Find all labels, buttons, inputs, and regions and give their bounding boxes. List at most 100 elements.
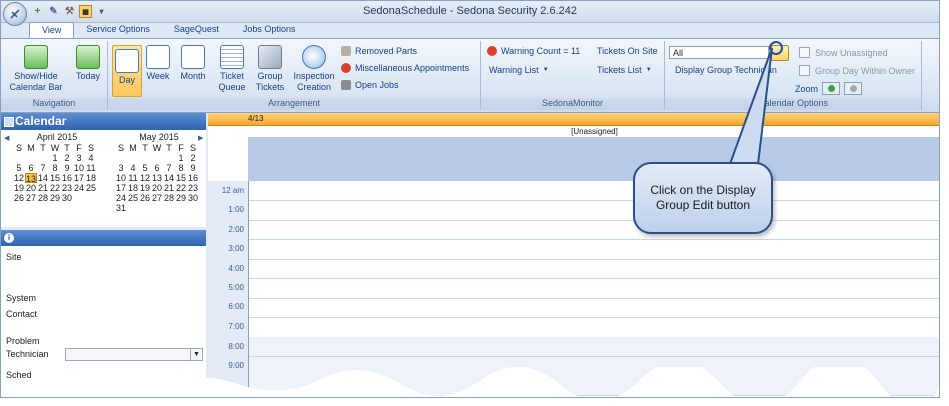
day-cell[interactable]: 16 xyxy=(187,173,199,183)
day-cell[interactable] xyxy=(127,203,139,213)
day-cell[interactable]: 7 xyxy=(163,163,175,173)
week-view-button[interactable]: Week xyxy=(144,45,172,82)
selected-day-cell[interactable]: 13 xyxy=(25,173,37,184)
day-cell[interactable]: 17 xyxy=(115,183,127,193)
day-cell[interactable]: 2 xyxy=(61,153,73,163)
day-cell[interactable]: 21 xyxy=(163,183,175,193)
day-cell[interactable]: 10 xyxy=(73,163,85,173)
day-cell[interactable]: 11 xyxy=(85,163,97,173)
time-slot[interactable] xyxy=(249,318,939,338)
day-cell[interactable]: 28 xyxy=(37,193,49,203)
day-cell[interactable]: 3 xyxy=(73,153,85,163)
tab-service-options[interactable]: Service Options xyxy=(74,22,162,38)
day-cell[interactable]: 9 xyxy=(61,163,73,173)
day-cell[interactable]: 20 xyxy=(151,183,163,193)
day-cell[interactable]: 9 xyxy=(187,163,199,173)
day-cell[interactable]: 19 xyxy=(139,183,151,193)
technician-dropdown[interactable]: ▼ xyxy=(65,348,203,361)
day-cell[interactable]: 26 xyxy=(139,193,151,203)
day-cell[interactable] xyxy=(85,193,97,203)
time-slot[interactable] xyxy=(249,181,939,201)
time-slot[interactable] xyxy=(249,279,939,299)
day-cell[interactable]: 3 xyxy=(115,163,127,173)
show-hide-calendar-bar-button[interactable]: Show/Hide Calendar Bar xyxy=(7,45,65,93)
removed-parts-button[interactable]: Removed Parts xyxy=(341,46,417,56)
day-cell[interactable] xyxy=(139,153,151,163)
day-cell[interactable]: 5 xyxy=(139,163,151,173)
day-cell[interactable]: 6 xyxy=(151,163,163,173)
day-cell[interactable]: 26 xyxy=(13,193,25,203)
day-cell[interactable] xyxy=(127,153,139,163)
day-cell[interactable] xyxy=(139,203,151,213)
day-cell[interactable]: 14 xyxy=(163,173,175,183)
month-view-button[interactable]: Month xyxy=(177,45,209,82)
group-tickets-button[interactable]: Group Tickets xyxy=(253,45,287,93)
open-jobs-button[interactable]: Open Jobs xyxy=(341,80,399,90)
day-cell[interactable]: 25 xyxy=(127,193,139,203)
day-cell[interactable]: 20 xyxy=(25,183,37,193)
day-cell[interactable]: 5 xyxy=(13,163,25,173)
warning-list-button[interactable]: Warning List ▼ xyxy=(489,65,549,75)
day-cell[interactable] xyxy=(73,193,85,203)
day-cell[interactable]: 2 xyxy=(187,153,199,163)
day-cell[interactable]: 10 xyxy=(115,173,127,183)
time-slot[interactable] xyxy=(249,240,939,260)
application-menu-button[interactable] xyxy=(3,2,27,26)
day-cell[interactable] xyxy=(175,203,187,213)
day-cell[interactable]: 1 xyxy=(49,153,61,163)
day-cell[interactable] xyxy=(187,203,199,213)
day-cell[interactable]: 7 xyxy=(37,163,49,173)
time-slot[interactable] xyxy=(249,201,939,221)
group-day-within-owner-checkbox[interactable]: Group Day Within Owner xyxy=(799,65,915,76)
tab-sagequest[interactable]: SageQuest xyxy=(162,22,231,38)
day-cell[interactable]: 4 xyxy=(85,153,97,163)
day-cell[interactable] xyxy=(151,203,163,213)
day-cell[interactable]: 24 xyxy=(115,193,127,203)
day-cell[interactable]: 27 xyxy=(25,193,37,203)
day-cell[interactable]: 29 xyxy=(49,193,61,203)
misc-appointments-button[interactable]: Miscellaneous Appointments xyxy=(341,63,469,73)
day-cell[interactable]: 22 xyxy=(49,183,61,193)
day-cell[interactable]: 30 xyxy=(61,193,73,203)
day-cell[interactable]: 19 xyxy=(13,183,25,193)
tab-view[interactable]: View xyxy=(29,22,75,39)
day-cell[interactable]: 12 xyxy=(13,173,25,183)
tickets-on-site-button[interactable]: Tickets On Site xyxy=(597,46,658,56)
day-cell[interactable]: 15 xyxy=(49,173,61,183)
day-cell[interactable]: 12 xyxy=(139,173,151,183)
day-cell[interactable]: 8 xyxy=(49,163,61,173)
time-slot[interactable] xyxy=(249,298,939,318)
day-cell[interactable]: 25 xyxy=(85,183,97,193)
day-cell[interactable]: 13 xyxy=(151,173,163,183)
day-cell[interactable]: 23 xyxy=(187,183,199,193)
previous-month-arrow-icon[interactable]: ◀ xyxy=(4,134,9,142)
ticket-queue-button[interactable]: Ticket Queue xyxy=(216,45,248,93)
day-cell[interactable]: 18 xyxy=(85,173,97,183)
time-slot[interactable] xyxy=(249,259,939,279)
day-cell[interactable]: 30 xyxy=(187,193,199,203)
day-cell[interactable]: 1 xyxy=(175,153,187,163)
show-unassigned-checkbox[interactable]: Show Unassigned xyxy=(799,47,888,58)
day-cell[interactable]: 31 xyxy=(115,203,127,213)
zoom-in-button[interactable] xyxy=(822,82,841,95)
day-cell[interactable] xyxy=(13,153,25,163)
day-cell[interactable]: 18 xyxy=(127,183,139,193)
inspection-creation-button[interactable]: Inspection Creation xyxy=(292,45,336,93)
tickets-list-button[interactable]: Tickets List ▼ xyxy=(597,65,652,75)
day-cell[interactable]: 22 xyxy=(175,183,187,193)
day-cell[interactable]: 17 xyxy=(73,173,85,183)
time-slot[interactable] xyxy=(249,337,939,357)
day-cell[interactable]: 6 xyxy=(25,163,37,173)
day-cell[interactable]: 15 xyxy=(175,173,187,183)
day-cell[interactable] xyxy=(25,153,37,163)
zoom-out-button[interactable] xyxy=(844,82,863,95)
day-cell[interactable] xyxy=(163,203,175,213)
day-cell[interactable] xyxy=(115,153,127,163)
warning-count-button[interactable]: Warning Count = 11 xyxy=(487,46,580,56)
day-cell[interactable]: 27 xyxy=(151,193,163,203)
day-cell[interactable]: 23 xyxy=(61,183,73,193)
day-cell[interactable]: 8 xyxy=(175,163,187,173)
day-cell[interactable] xyxy=(163,153,175,163)
tab-jobs-options[interactable]: Jobs Options xyxy=(231,22,308,38)
day-cell[interactable]: 11 xyxy=(127,173,139,183)
